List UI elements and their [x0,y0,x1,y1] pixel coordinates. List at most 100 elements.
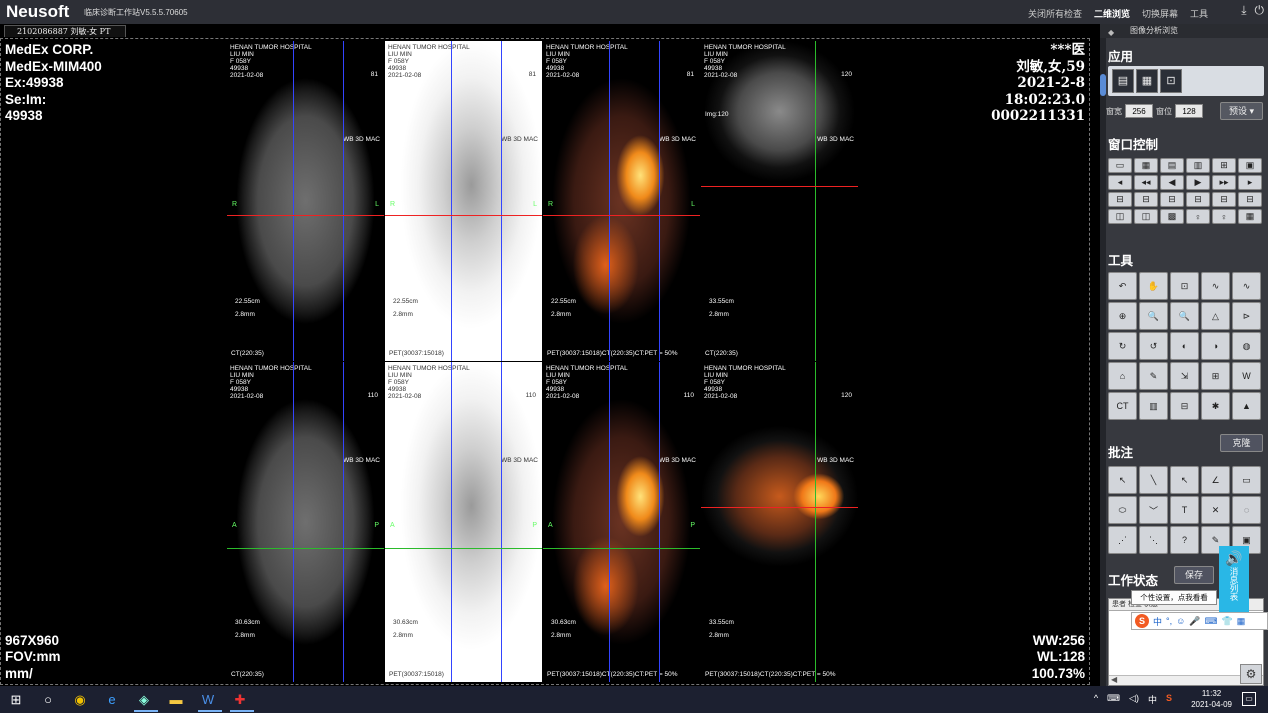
tool-button-24[interactable]: ✱ [1201,392,1230,420]
tool-button-7[interactable]: 🔍 [1139,302,1168,330]
annotation-button-9[interactable]: ✕ [1201,496,1230,524]
ime-emoji[interactable]: ☺ [1176,616,1185,626]
tool-button-18[interactable]: ⇲ [1170,362,1199,390]
message-list-tab[interactable]: 🔊 消息列表 [1219,546,1249,612]
tool-button-23[interactable]: ⊟ [1170,392,1199,420]
folder-icon[interactable]: ▬ [166,690,186,709]
app-button-view[interactable]: ⊡ [1160,69,1182,93]
window-control-button-23[interactable]: ♀ [1212,209,1236,224]
tool-button-20[interactable]: W [1232,362,1261,390]
annotation-button-4[interactable]: ∠ [1201,466,1230,494]
microphone-icon[interactable]: 🎤 [1189,616,1200,627]
window-control-button-4[interactable]: ▥ [1186,158,1210,173]
windows-start-icon[interactable]: ⊞ [6,690,26,709]
crosshair-vertical[interactable] [293,41,294,361]
ww-input[interactable]: 256 [1125,104,1153,118]
app-button-report[interactable]: ▤ [1112,69,1134,93]
chrome-icon[interactable]: ◉ [70,690,90,709]
window-control-button-3[interactable]: ▤ [1160,158,1184,173]
window-control-button-22[interactable]: ♀ [1186,209,1210,224]
crosshair-horizontal[interactable] [543,215,700,216]
tool-button-15[interactable]: ◍ [1232,332,1261,360]
volume-icon[interactable]: ◁) [1129,693,1139,706]
window-control-button-15[interactable]: ⊟ [1160,192,1184,207]
study-tab[interactable]: 2102086887 刘敏-女 PT [4,25,126,37]
tool-button-21[interactable]: CT [1108,392,1137,420]
tool-button-25[interactable]: ▲ [1232,392,1261,420]
ime-lang[interactable]: 中 [1153,615,1162,628]
panel-scrollbar[interactable] [1100,38,1106,686]
crosshair-horizontal[interactable] [701,186,858,187]
window-control-button-7[interactable]: ◂ [1108,175,1132,190]
annotation-button-3[interactable]: ↖ [1170,466,1199,494]
crosshair-vertical[interactable] [451,41,452,361]
image-tile[interactable]: HENAN TUMOR HOSPITAL LIU MIN F 058Y 49938 20… [543,41,700,361]
crosshair-vertical[interactable] [343,362,344,682]
annotation-button-11[interactable]: ⋰ [1108,526,1137,554]
tool-button-19[interactable]: ⊞ [1201,362,1230,390]
crosshair-vertical[interactable] [293,362,294,682]
window-control-button-6[interactable]: ▣ [1238,158,1262,173]
crosshair-horizontal[interactable] [543,548,700,549]
annotation-button-2[interactable]: ╲ [1139,466,1168,494]
crosshair-vertical[interactable] [609,362,610,682]
menu-close-all[interactable]: 关闭所有检查 [1028,7,1082,20]
toolbox-icon[interactable]: ▦ [1237,616,1246,627]
annotation-button-8[interactable]: T [1170,496,1199,524]
crosshair-horizontal[interactable] [227,215,384,216]
window-control-button-10[interactable]: ▶ [1186,175,1210,190]
keyboard-icon[interactable]: ⌨ [1205,616,1218,627]
tool-button-11[interactable]: ↻ [1108,332,1137,360]
tool-button-3[interactable]: ⊡ [1170,272,1199,300]
annotation-button-10[interactable]: ◌ [1232,496,1261,524]
window-control-button-13[interactable]: ⊟ [1108,192,1132,207]
image-tile[interactable]: HENAN TUMOR HOSPITAL LIU MIN F 058Y 49938 20… [701,362,858,682]
crosshair-vertical[interactable] [501,41,502,361]
tool-button-8[interactable]: 🔍 [1170,302,1199,330]
tray-chevron-icon[interactable]: ^ [1094,693,1098,706]
crosshair-vertical[interactable] [609,41,610,361]
image-tile[interactable]: HENAN TUMOR HOSPITAL LIU MIN F 058Y 49938 20… [543,362,700,682]
image-tile[interactable]: HENAN TUMOR HOSPITAL LIU MIN F 058Y 49938 20… [227,362,384,682]
ime-toolbar[interactable]: S 中 °, ☺ 🎤 ⌨ 👕 ▦ [1131,612,1268,630]
crosshair-vertical[interactable] [815,362,816,682]
annotation-button-5[interactable]: ▭ [1232,466,1261,494]
annotation-button-12[interactable]: ⋱ [1139,526,1168,554]
search-icon[interactable]: ○ [38,690,58,709]
sogou-icon[interactable]: S [1135,614,1149,628]
window-control-button-14[interactable]: ⊟ [1134,192,1158,207]
tool-button-12[interactable]: ↺ [1139,332,1168,360]
window-control-button-9[interactable]: ◀ [1160,175,1184,190]
window-control-button-21[interactable]: ▩ [1160,209,1184,224]
clone-button[interactable]: 克隆 [1220,434,1263,452]
power-icon[interactable]: ⏻ [1255,3,1265,18]
settings-gear-icon[interactable]: ⚙ [1240,664,1262,684]
window-control-button-16[interactable]: ⊟ [1186,192,1210,207]
tool-button-9[interactable]: △ [1201,302,1230,330]
window-control-button-24[interactable]: ▦ [1238,209,1262,224]
tool-button-10[interactable]: ⊳ [1232,302,1261,330]
pin-icon[interactable]: ◆ [1108,26,1114,40]
crosshair-vertical[interactable] [659,41,660,361]
tool-button-4[interactable]: ∿ [1201,272,1230,300]
window-control-button-2[interactable]: ▦ [1134,158,1158,173]
app-icon[interactable]: ◈ [134,690,154,709]
menu-switch-screen[interactable]: 切换屏幕 [1142,7,1178,20]
save-button[interactable]: 保存 [1174,566,1214,584]
menu-2d-browse[interactable]: 二维浏览 [1094,7,1130,20]
ie-icon[interactable]: e [102,690,122,709]
window-control-button-12[interactable]: ▸ [1238,175,1262,190]
window-control-button-20[interactable]: ◫ [1134,209,1158,224]
crosshair-vertical[interactable] [501,362,502,682]
tool-button-17[interactable]: ✎ [1139,362,1168,390]
window-control-button-11[interactable]: ▸▸ [1212,175,1236,190]
neusoft-app-icon[interactable]: ✚ [230,690,250,709]
image-tile[interactable]: HENAN TUMOR HOSPITAL LIU MIN F 058Y 49938 20… [701,41,858,361]
image-tile[interactable]: HENAN TUMOR HOSPITAL LIU MIN F 058Y 49938 20… [385,362,542,682]
menu-tools[interactable]: 工具 [1190,7,1208,20]
window-control-button-17[interactable]: ⊟ [1212,192,1236,207]
window-control-button-19[interactable]: ◫ [1108,209,1132,224]
image-tile[interactable]: HENAN TUMOR HOSPITAL LIU MIN F 058Y 49938 20… [385,41,542,361]
network-icon[interactable]: ⌨ [1107,693,1120,706]
crosshair-horizontal[interactable] [701,507,858,508]
